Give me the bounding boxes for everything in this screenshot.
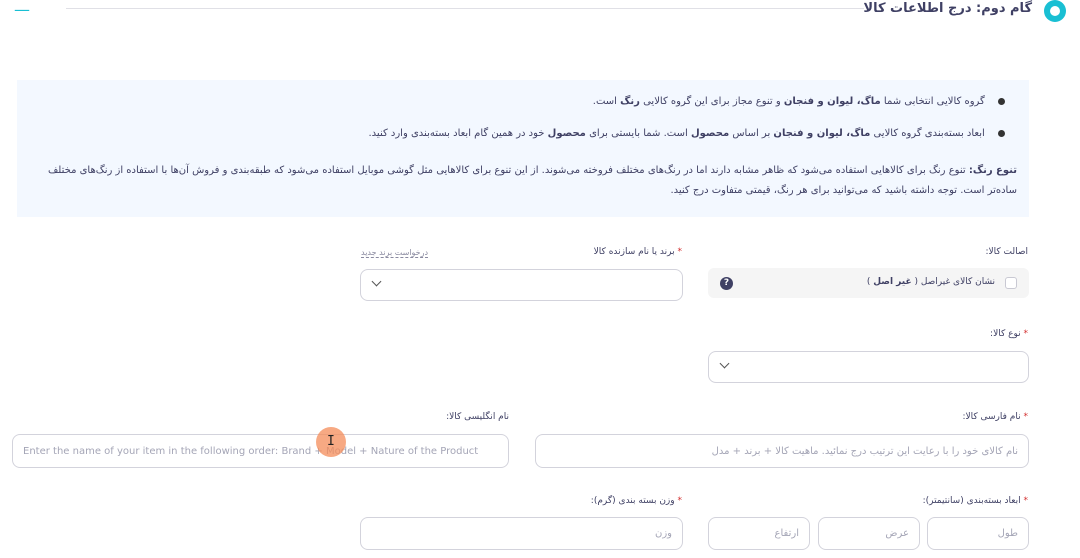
english-name-field[interactable] <box>12 434 509 468</box>
height-input[interactable] <box>709 518 809 549</box>
bullet2-basis: محصول <box>690 128 730 139</box>
english-name-label: نام انگلیسی کالا: <box>446 412 509 422</box>
bullet2-mid2: است. شما بایستی برای <box>589 128 688 139</box>
bullet2-group: ماگ، لیوان و فنجان <box>773 128 871 139</box>
info-bullet-group: گروه کالایی انتخابی شما ماگ، لیوان و فنج… <box>593 96 1005 107</box>
originality-label: اصالت کالا: <box>985 247 1028 257</box>
note-text: تنوع رنگ برای کالاهایی استفاده می‌شود که… <box>47 165 1017 196</box>
weight-label: * وزن بسته بندی (گرم): <box>590 496 682 506</box>
help-icon[interactable]: ? <box>720 277 733 290</box>
length-field[interactable] <box>927 517 1029 550</box>
non-original-option[interactable]: نشان کالای غیراصل ( غیر اصل ) ? <box>708 268 1029 298</box>
request-new-brand-link[interactable]: درخواست برند جدید <box>361 248 429 258</box>
width-input[interactable] <box>819 518 919 549</box>
persian-name-field[interactable] <box>535 434 1029 468</box>
width-field[interactable] <box>818 517 920 550</box>
weight-field[interactable] <box>360 517 683 550</box>
chevron-down-icon <box>371 278 381 288</box>
step-title: گام دوم: درج اطلاعات کالا <box>863 1 1032 16</box>
bullet1-group: ماگ، لیوان و فنجان <box>783 96 881 107</box>
brand-select[interactable] <box>360 269 683 301</box>
product-type-label: * نوع کالا: <box>990 329 1028 339</box>
bullet-dot-icon <box>998 129 1005 137</box>
bullet2-target: محصول <box>547 128 586 139</box>
bullet1-text: گروه کالایی انتخابی شما <box>883 96 985 107</box>
chevron-down-icon <box>719 360 729 370</box>
english-name-input[interactable] <box>13 435 508 467</box>
weight-input[interactable] <box>361 518 682 549</box>
persian-name-label: * نام فارسی کالا: <box>962 412 1028 422</box>
length-input[interactable] <box>928 518 1028 549</box>
bullet2-mid: بر اساس <box>732 128 771 139</box>
height-field[interactable] <box>708 517 810 550</box>
non-original-text: نشان کالای غیراصل ( غیر اصل ) <box>866 277 995 287</box>
minus-icon[interactable]: — <box>14 2 30 18</box>
header-divider <box>66 8 864 9</box>
info-box: گروه کالایی انتخابی شما ماگ، لیوان و فنج… <box>17 80 1029 217</box>
brand-label: * برند یا نام سازنده کالا <box>593 247 682 257</box>
bullet1-mid: و تنوع مجاز برای این گروه کالایی <box>643 96 781 107</box>
dimensions-label: * ابعاد بسته‌بندی (سانتیمتر): <box>922 496 1028 506</box>
persian-name-input[interactable] <box>536 435 1028 467</box>
bullet2-post: خود در همین گام ابعاد بسته‌بندی وارد کنی… <box>368 128 545 139</box>
text-cursor-icon: I <box>327 434 335 449</box>
bullet-dot-icon <box>998 97 1005 105</box>
non-original-checkbox[interactable] <box>1005 277 1017 289</box>
bullet1-variant: رنگ <box>620 96 640 107</box>
bullet2-text: ابعاد بسته‌بندی گروه کالایی <box>873 128 985 139</box>
step-circle-icon <box>1044 0 1066 22</box>
bullet1-post: است. <box>592 96 617 107</box>
variant-note: تنوع رنگ: تنوع رنگ برای کالاهایی استفاده… <box>27 161 1017 201</box>
step-header: — گام دوم: درج اطلاعات کالا <box>0 0 1080 26</box>
product-type-select[interactable] <box>708 351 1029 383</box>
note-title: تنوع رنگ: <box>968 165 1017 176</box>
info-bullet-dimensions: ابعاد بسته‌بندی گروه کالایی ماگ، لیوان و… <box>368 128 1005 139</box>
